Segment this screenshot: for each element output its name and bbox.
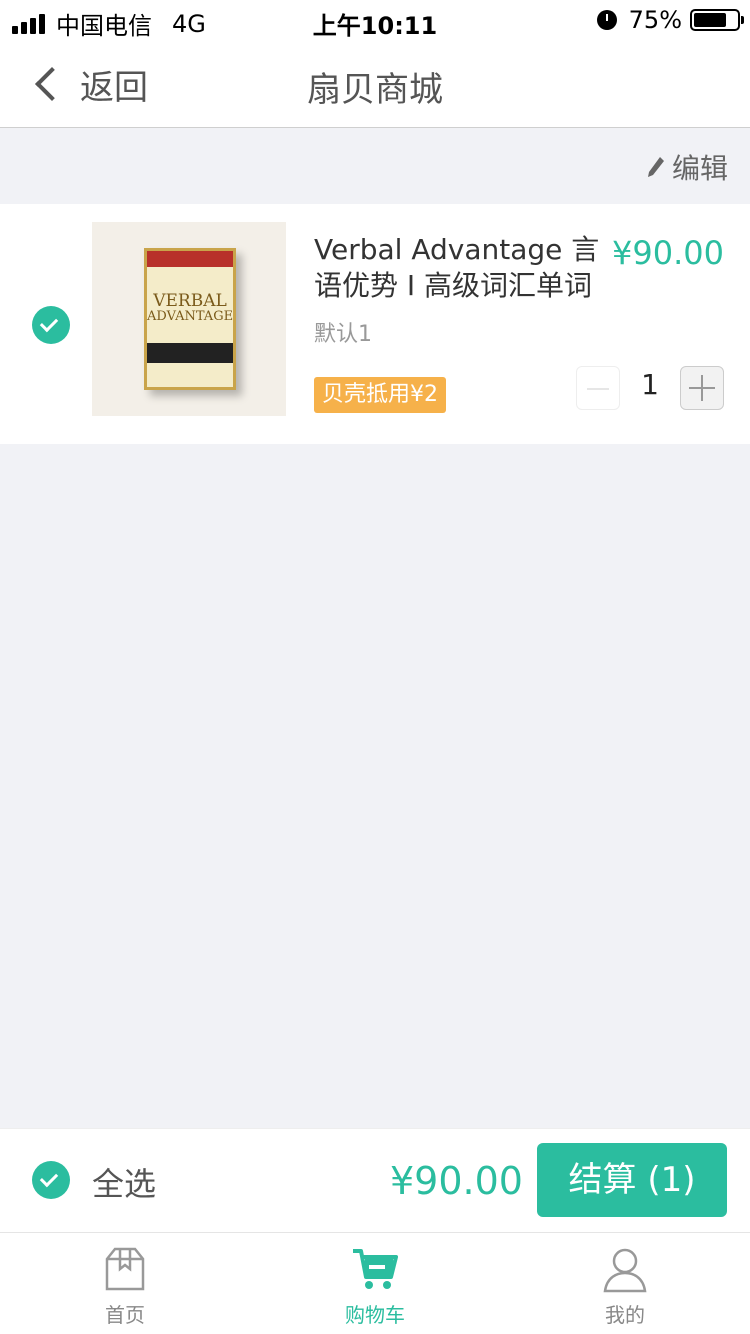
quantity-decrease-button[interactable] — [576, 366, 620, 410]
battery-icon — [690, 9, 744, 31]
product-price: ¥90.00 — [612, 234, 724, 272]
cart-icon — [353, 1249, 398, 1289]
tab-cart-label: 购物车 — [345, 1303, 405, 1327]
box-icon — [105, 1247, 145, 1291]
coupon-badge: 贝壳抵用¥2 — [314, 377, 446, 413]
item-select-checkbox[interactable] — [32, 306, 70, 344]
quantity-increase-button[interactable] — [680, 366, 724, 410]
tab-bar: 首页 购物车 我的 — [0, 1232, 750, 1334]
user-icon — [603, 1248, 647, 1293]
nav-bar: 返回 扇贝商城 — [0, 40, 750, 128]
edit-strip: 编辑 — [0, 129, 750, 201]
battery-percent: 75% — [628, 6, 682, 34]
status-bar: 中国电信 4G 上午10:11 75% — [0, 0, 750, 40]
checkout-bar: 全选 ¥90.00 结算 (1) — [0, 1128, 750, 1232]
alarm-icon — [596, 10, 617, 30]
product-variant: 默认1 — [314, 322, 372, 347]
select-all-checkbox[interactable] — [32, 1161, 70, 1199]
tab-me[interactable]: 我的 — [500, 1233, 750, 1334]
check-icon — [39, 313, 59, 333]
status-right: 75% — [596, 6, 744, 34]
checkout-button[interactable]: 结算 (1) — [537, 1143, 727, 1217]
tab-home[interactable]: 首页 — [0, 1233, 250, 1334]
check-icon — [39, 1168, 59, 1188]
tab-cart[interactable]: 购物车 — [250, 1233, 500, 1334]
edit-label: 编辑 — [671, 152, 728, 185]
total-price: ¥90.00 — [390, 1159, 523, 1203]
edit-button[interactable]: 编辑 — [646, 147, 728, 187]
tab-home-label: 首页 — [105, 1303, 145, 1327]
product-title[interactable]: Verbal Advantage 言语优势 I 高级词汇单词 — [314, 232, 604, 304]
book-cover-title: VERBAL ADVANTAGE — [147, 291, 234, 325]
pencil-icon — [647, 157, 664, 177]
page-title: 扇贝商城 — [307, 70, 443, 110]
product-image[interactable]: VERBAL ADVANTAGE — [92, 222, 286, 416]
book-cover-band-top — [147, 251, 233, 267]
tab-me-label: 我的 — [605, 1303, 645, 1327]
quantity-value: 1 — [641, 368, 659, 401]
select-all-label[interactable]: 全选 — [92, 1159, 156, 1205]
book-cover-band — [147, 343, 233, 363]
book-cover: VERBAL ADVANTAGE — [144, 248, 236, 390]
